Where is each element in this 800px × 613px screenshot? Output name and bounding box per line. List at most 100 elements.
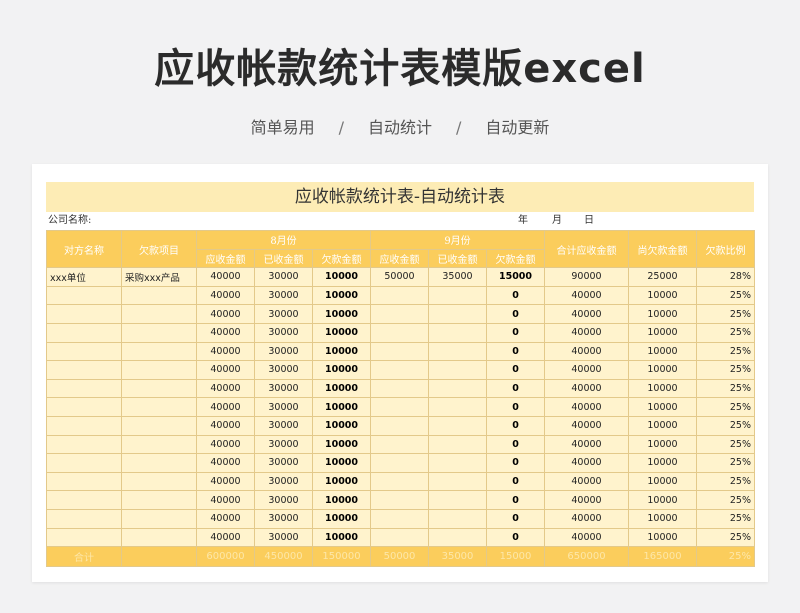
cell-m2-received[interactable]: [428, 341, 487, 362]
cell-m1-received[interactable]: 30000: [254, 508, 313, 529]
cell-party[interactable]: [46, 453, 122, 473]
cell-party[interactable]: [46, 322, 122, 343]
cell-m2-receivable[interactable]: [370, 360, 429, 380]
cell-m1-received[interactable]: 30000: [254, 285, 313, 306]
cell-m2-receivable[interactable]: [370, 490, 429, 510]
cell-total-receivable[interactable]: 40000: [544, 360, 629, 380]
cell-ratio[interactable]: 25%: [696, 322, 755, 343]
cell-remaining[interactable]: 10000: [628, 471, 697, 492]
cell-remaining[interactable]: 10000: [628, 285, 697, 306]
cell-m1-receivable[interactable]: 40000: [196, 378, 255, 399]
cell-m2-received[interactable]: [428, 471, 487, 492]
cell-total-receivable[interactable]: 90000: [544, 267, 629, 287]
cell-ratio[interactable]: 25%: [696, 378, 755, 399]
cell-party[interactable]: xxx单位: [46, 267, 122, 287]
cell-m2-received[interactable]: [428, 415, 487, 436]
cell-party[interactable]: [46, 285, 122, 306]
cell-party[interactable]: [46, 508, 122, 529]
cell-total-receivable[interactable]: 40000: [544, 285, 629, 306]
cell-party[interactable]: [46, 304, 122, 324]
cell-total-receivable[interactable]: 40000: [544, 453, 629, 473]
cell-total-receivable[interactable]: 40000: [544, 397, 629, 417]
cell-item[interactable]: [121, 527, 197, 548]
cell-m1-received[interactable]: 30000: [254, 360, 313, 380]
cell-m2-received[interactable]: [428, 304, 487, 324]
cell-m2-receivable[interactable]: [370, 322, 429, 343]
cell-m2-owed[interactable]: 0: [486, 527, 545, 548]
cell-remaining[interactable]: 10000: [628, 341, 697, 362]
cell-ratio[interactable]: 28%: [696, 267, 755, 287]
cell-total-receivable[interactable]: 40000: [544, 341, 629, 362]
cell-remaining[interactable]: 10000: [628, 397, 697, 417]
cell-m1-owed[interactable]: 10000: [312, 267, 371, 287]
cell-m1-received[interactable]: 30000: [254, 415, 313, 436]
cell-m2-owed[interactable]: 0: [486, 397, 545, 417]
cell-remaining[interactable]: 10000: [628, 490, 697, 510]
cell-m2-receivable[interactable]: 50000: [370, 267, 429, 287]
cell-total-receivable[interactable]: 40000: [544, 508, 629, 529]
cell-m2-owed[interactable]: 0: [486, 471, 545, 492]
cell-ratio[interactable]: 25%: [696, 490, 755, 510]
cell-total-receivable[interactable]: 40000: [544, 434, 629, 455]
cell-m1-received[interactable]: 30000: [254, 471, 313, 492]
cell-ratio[interactable]: 25%: [696, 527, 755, 548]
cell-item[interactable]: [121, 285, 197, 306]
cell-ratio[interactable]: 25%: [696, 415, 755, 436]
cell-remaining[interactable]: 10000: [628, 453, 697, 473]
cell-m1-owed[interactable]: 10000: [312, 378, 371, 399]
cell-remaining[interactable]: 25000: [628, 267, 697, 287]
cell-item[interactable]: [121, 453, 197, 473]
cell-m2-receivable[interactable]: [370, 415, 429, 436]
cell-m2-received[interactable]: [428, 285, 487, 306]
cell-m1-receivable[interactable]: 40000: [196, 322, 255, 343]
cell-m2-received[interactable]: [428, 322, 487, 343]
cell-party[interactable]: [46, 471, 122, 492]
cell-m2-owed[interactable]: 0: [486, 322, 545, 343]
cell-m1-received[interactable]: 30000: [254, 397, 313, 417]
cell-m2-owed[interactable]: 0: [486, 490, 545, 510]
cell-m2-owed[interactable]: 0: [486, 508, 545, 529]
cell-ratio[interactable]: 25%: [696, 508, 755, 529]
cell-m2-owed[interactable]: 0: [486, 285, 545, 306]
cell-ratio[interactable]: 25%: [696, 471, 755, 492]
cell-item[interactable]: 采购xxx产品: [121, 267, 197, 287]
cell-item[interactable]: [121, 341, 197, 362]
cell-m1-receivable[interactable]: 40000: [196, 490, 255, 510]
cell-party[interactable]: [46, 434, 122, 455]
cell-item[interactable]: [121, 508, 197, 529]
cell-m2-received[interactable]: [428, 453, 487, 473]
cell-m2-receivable[interactable]: [370, 304, 429, 324]
cell-m1-owed[interactable]: 10000: [312, 415, 371, 436]
cell-item[interactable]: [121, 434, 197, 455]
cell-m2-owed[interactable]: 0: [486, 360, 545, 380]
cell-m1-owed[interactable]: 10000: [312, 285, 371, 306]
cell-m1-owed[interactable]: 10000: [312, 304, 371, 324]
cell-party[interactable]: [46, 415, 122, 436]
cell-item[interactable]: [121, 397, 197, 417]
cell-m2-receivable[interactable]: [370, 471, 429, 492]
cell-m1-owed[interactable]: 10000: [312, 527, 371, 548]
cell-m1-receivable[interactable]: 40000: [196, 415, 255, 436]
cell-m2-owed[interactable]: 0: [486, 434, 545, 455]
cell-party[interactable]: [46, 378, 122, 399]
cell-m1-owed[interactable]: 10000: [312, 397, 371, 417]
cell-m2-received[interactable]: [428, 397, 487, 417]
cell-item[interactable]: [121, 471, 197, 492]
cell-m2-received[interactable]: 35000: [428, 267, 487, 287]
cell-m1-owed[interactable]: 10000: [312, 471, 371, 492]
cell-total-receivable[interactable]: 40000: [544, 304, 629, 324]
cell-total-receivable[interactable]: 40000: [544, 527, 629, 548]
cell-ratio[interactable]: 25%: [696, 397, 755, 417]
cell-ratio[interactable]: 25%: [696, 360, 755, 380]
cell-m1-received[interactable]: 30000: [254, 378, 313, 399]
cell-m1-receivable[interactable]: 40000: [196, 471, 255, 492]
cell-m2-owed[interactable]: 0: [486, 341, 545, 362]
cell-m1-receivable[interactable]: 40000: [196, 360, 255, 380]
cell-remaining[interactable]: 10000: [628, 322, 697, 343]
cell-total-receivable[interactable]: 40000: [544, 490, 629, 510]
cell-remaining[interactable]: 10000: [628, 508, 697, 529]
cell-item[interactable]: [121, 322, 197, 343]
cell-ratio[interactable]: 25%: [696, 434, 755, 455]
cell-m1-owed[interactable]: 10000: [312, 360, 371, 380]
cell-party[interactable]: [46, 527, 122, 548]
